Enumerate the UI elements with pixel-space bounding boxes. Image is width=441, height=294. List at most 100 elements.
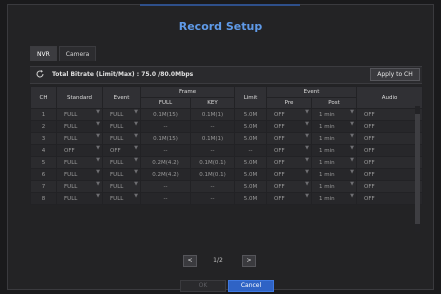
cell-limit: 5.0M: [234, 120, 268, 133]
pre-event-dropdown[interactable]: OFF ▼: [266, 180, 313, 193]
pre-event-dropdown[interactable]: OFF ▼: [266, 120, 313, 133]
dropdown-value: FULL: [110, 123, 124, 130]
dropdown-value: OFF: [364, 135, 375, 142]
standard-dropdown[interactable]: FULL ▼: [56, 168, 103, 181]
pre-event-dropdown[interactable]: OFF ▼: [266, 156, 313, 169]
event-dropdown[interactable]: FULL ▼: [102, 120, 141, 133]
cell-frame-key: 0.1M(1): [189, 132, 236, 145]
tab-nvr[interactable]: NVR: [30, 46, 57, 61]
audio-dropdown[interactable]: OFF▼: [356, 132, 424, 145]
event-dropdown[interactable]: OFF ▼: [102, 144, 141, 157]
chevron-down-icon: ▼: [350, 157, 355, 164]
dropdown-value: FULL: [110, 183, 124, 190]
event-dropdown[interactable]: FULL ▼: [102, 192, 141, 205]
chevron-down-icon: ▼: [96, 193, 100, 200]
pre-event-dropdown[interactable]: OFF ▼: [266, 192, 313, 205]
standard-dropdown[interactable]: FULL ▼: [56, 132, 103, 145]
chevron-down-icon: ▼: [134, 169, 138, 176]
cell-limit: --: [234, 144, 268, 157]
record-table: CH Standard Event Frame Limit Event Audi…: [30, 86, 424, 205]
standard-dropdown[interactable]: FULL ▼: [56, 192, 103, 205]
dropdown-value: FULL: [110, 195, 124, 202]
table-row: 1 FULL ▼ FULL ▼ 0.1M(15) 0.1M(1) 5.0M OFF ▼ 1 min ▼…: [30, 108, 424, 121]
cell-ch: 8: [30, 192, 57, 205]
cancel-button[interactable]: Cancel: [228, 280, 274, 292]
table-row: 6 FULL ▼ FULL ▼ 0.2M(4.2) 0.1M(0.1) 5.0M OFF ▼ 1 m…: [30, 168, 424, 181]
cell-frame-key: --: [189, 192, 236, 205]
dropdown-value: 1 min: [319, 135, 335, 142]
event-dropdown[interactable]: FULL ▼: [102, 132, 141, 145]
dropdown-value: OFF: [364, 171, 375, 178]
cell-limit: 5.0M: [234, 192, 268, 205]
top-accent-line: [140, 4, 300, 6]
dropdown-value: FULL: [110, 159, 124, 166]
prev-page-button[interactable]: <: [183, 255, 197, 267]
ok-button[interactable]: OK: [180, 280, 226, 292]
event-dropdown[interactable]: FULL ▼: [102, 156, 141, 169]
post-event-dropdown[interactable]: 1 min ▼: [311, 144, 358, 157]
table-row: 2FULL▼FULL▼----5.0MOFF▼1 min▼OFF▼: [30, 120, 424, 133]
pre-event-dropdown[interactable]: OFF ▼: [266, 144, 313, 157]
dropdown-value: OFF: [274, 171, 285, 178]
table-scrollbar[interactable]: [415, 106, 420, 232]
pre-event-dropdown[interactable]: OFF ▼: [266, 132, 313, 145]
chevron-down-icon: ▼: [134, 133, 138, 140]
audio-dropdown[interactable]: OFF▼: [356, 120, 424, 133]
chevron-down-icon: ▼: [350, 109, 355, 116]
audio-dropdown[interactable]: OFF▼: [356, 108, 424, 121]
chevron-down-icon: ▼: [350, 145, 355, 152]
chevron-down-icon: ▼: [96, 181, 100, 188]
post-event-dropdown[interactable]: 1 min ▼: [311, 192, 358, 205]
event-dropdown[interactable]: FULL ▼: [102, 180, 141, 193]
standard-dropdown[interactable]: FULL ▼: [56, 108, 103, 121]
dropdown-value: OFF: [364, 183, 375, 190]
cell-limit: 5.0M: [234, 168, 268, 181]
audio-dropdown[interactable]: OFF▼: [356, 144, 424, 157]
event-dropdown[interactable]: FULL ▼: [102, 168, 141, 181]
next-page-button[interactable]: >: [242, 255, 256, 267]
chevron-down-icon: ▼: [305, 121, 310, 128]
chevron-down-icon: ▼: [96, 145, 100, 152]
refresh-icon[interactable]: [35, 69, 45, 79]
chevron-down-icon: ▼: [350, 121, 355, 128]
post-event-dropdown[interactable]: 1 min ▼: [311, 180, 358, 193]
chevron-down-icon: ▼: [96, 133, 100, 140]
scrollbar-thumb[interactable]: [415, 114, 420, 224]
dropdown-value: 1 min: [319, 183, 335, 190]
audio-dropdown[interactable]: OFF▼: [356, 180, 424, 193]
pagination: < 1/2 >: [0, 255, 441, 269]
post-event-dropdown[interactable]: 1 min ▼: [311, 108, 358, 121]
audio-dropdown[interactable]: OFF▼: [356, 192, 424, 205]
dropdown-value: 1 min: [319, 147, 335, 154]
chevron-down-icon: ▼: [134, 193, 138, 200]
post-event-dropdown[interactable]: 1 min ▼: [311, 156, 358, 169]
post-event-dropdown[interactable]: 1 min ▼: [311, 132, 358, 145]
tab-camera[interactable]: Camera: [58, 46, 97, 61]
standard-dropdown[interactable]: FULL ▼: [56, 156, 103, 169]
cell-ch: 2: [30, 120, 57, 133]
post-event-dropdown[interactable]: 1 min ▼: [311, 120, 358, 133]
chevron-down-icon: ▼: [305, 157, 310, 164]
audio-dropdown[interactable]: OFF▼: [356, 168, 424, 181]
cell-frame-full: --: [140, 144, 191, 157]
event-dropdown[interactable]: FULL ▼: [102, 108, 141, 121]
pre-event-dropdown[interactable]: OFF ▼: [266, 108, 313, 121]
header-pre: Pre: [266, 97, 313, 109]
chevron-down-icon: ▼: [134, 121, 138, 128]
chevron-down-icon: ▼: [134, 109, 138, 116]
dropdown-value: FULL: [110, 135, 124, 142]
pre-event-dropdown[interactable]: OFF ▼: [266, 168, 313, 181]
cell-frame-full: 0.1M(15): [140, 108, 191, 121]
standard-dropdown[interactable]: OFF ▼: [56, 144, 103, 157]
post-event-dropdown[interactable]: 1 min ▼: [311, 168, 358, 181]
cell-limit: 5.0M: [234, 108, 268, 121]
audio-dropdown[interactable]: OFF▼: [356, 156, 424, 169]
total-bitrate-text: Total Bitrate (Limit/Max) : 75.0 /80.0Mb…: [52, 71, 194, 78]
chevron-down-icon: ▼: [350, 169, 355, 176]
cell-ch: 3: [30, 132, 57, 145]
dropdown-value: OFF: [274, 195, 285, 202]
standard-dropdown[interactable]: FULL ▼: [56, 120, 103, 133]
standard-dropdown[interactable]: FULL ▼: [56, 180, 103, 193]
apply-to-ch-button[interactable]: Apply to CH: [370, 68, 420, 81]
dropdown-value: OFF: [274, 135, 285, 142]
